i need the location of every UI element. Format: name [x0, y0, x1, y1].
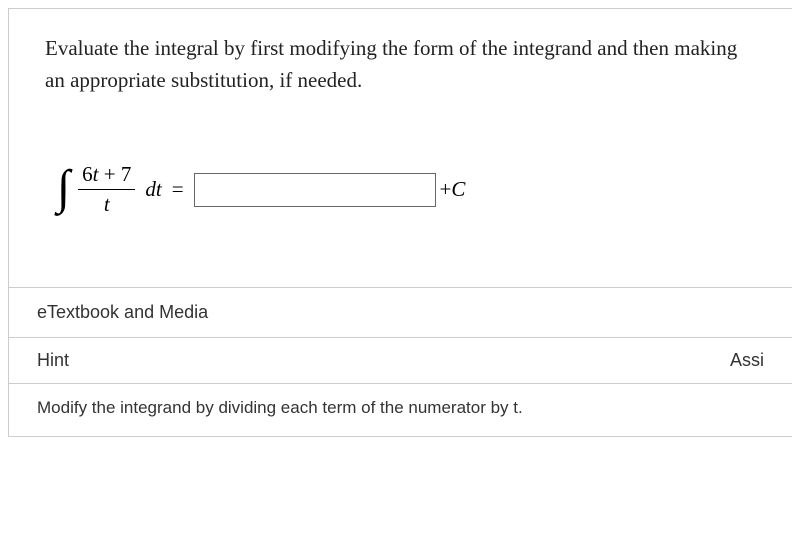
integrand-fraction: 6t + 7 t	[78, 162, 135, 217]
hint-row[interactable]: Hint Assi	[9, 337, 792, 383]
fraction-numerator: 6t + 7	[78, 162, 135, 190]
differential-var: t	[156, 177, 162, 201]
differential-d: d	[145, 177, 156, 201]
question-container: Evaluate the integral by first modifying…	[8, 8, 792, 437]
integral-sign-icon: ∫	[57, 164, 70, 212]
hint-label: Hint	[37, 350, 69, 371]
etextbook-media-label: eTextbook and Media	[37, 302, 208, 323]
etextbook-media-row[interactable]: eTextbook and Media	[9, 287, 792, 337]
equals-sign: =	[172, 177, 184, 202]
constant-c: C	[451, 177, 465, 201]
answer-input[interactable]	[194, 173, 436, 207]
num-coeff: 6	[82, 162, 93, 186]
num-rest: + 7	[99, 162, 132, 186]
fraction-denominator: t	[100, 190, 114, 217]
assistance-label: Assi	[730, 350, 764, 371]
hint-content: Modify the integrand by dividing each te…	[9, 383, 792, 436]
plus-sign: +	[440, 177, 452, 201]
plus-constant: +C	[440, 177, 466, 202]
integral-expression: ∫ 6t + 7 t dt = +C	[9, 112, 792, 287]
differential: dt	[145, 177, 161, 202]
question-prompt: Evaluate the integral by first modifying…	[9, 9, 792, 112]
